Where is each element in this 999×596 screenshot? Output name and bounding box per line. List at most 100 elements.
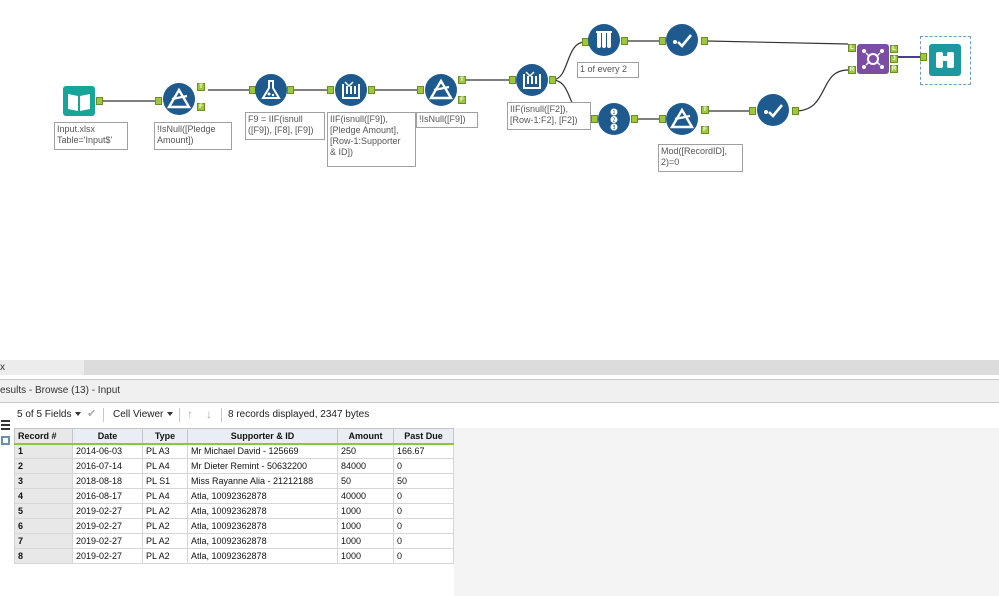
right-output-anchor[interactable]: R (890, 65, 898, 73)
input-anchor[interactable] (509, 76, 516, 84)
table-row[interactable]: 1 2014-06-03 PL A3 Mr Michael David - 12… (14, 443, 454, 459)
left-output-anchor[interactable]: L (890, 45, 898, 53)
column-header[interactable]: Type (142, 428, 188, 445)
cell-supporter[interactable]: Atla, 10092362878 (187, 503, 338, 519)
join-tool[interactable] (857, 44, 889, 74)
panel-splitter[interactable] (0, 360, 999, 375)
input-anchor[interactable] (155, 97, 162, 105)
cell-past-due[interactable]: 0 (393, 458, 454, 474)
column-header[interactable]: Amount (337, 428, 394, 445)
cell-type[interactable]: PL A2 (142, 518, 188, 534)
workflow-canvas[interactable]: Input.xlsx Table='Input$' T F !IsNull([P… (0, 0, 999, 360)
cell-date[interactable]: 2019-02-27 (72, 503, 143, 519)
cell-date[interactable]: 2016-07-14 (72, 458, 143, 474)
cell-amount[interactable]: 84000 (337, 458, 394, 474)
cell-date[interactable]: 2016-08-17 (72, 488, 143, 504)
close-glyph[interactable]: x (0, 360, 5, 375)
filter-tool-1[interactable] (163, 83, 195, 115)
cell-type[interactable]: PL A2 (142, 533, 188, 549)
false-anchor[interactable]: F (701, 126, 709, 134)
output-anchor[interactable] (96, 97, 103, 105)
cell-supporter[interactable]: Atla, 10092362878 (187, 518, 338, 534)
input-anchor[interactable] (417, 86, 424, 94)
cell-date[interactable]: 2018-08-18 (72, 473, 143, 489)
fields-dropdown[interactable]: 5 of 5 Fields (17, 409, 82, 420)
input-anchor[interactable] (920, 53, 927, 61)
cell-supporter[interactable]: Mr Dieter Remint - 50632200 (187, 458, 338, 474)
column-header[interactable]: Past Due (393, 428, 454, 445)
arrow-up-icon[interactable]: ↑ (187, 407, 193, 421)
input-data-tool[interactable] (62, 85, 96, 117)
input-anchor[interactable] (659, 115, 666, 123)
output-anchor[interactable] (368, 86, 375, 94)
filter-tool-2[interactable] (425, 74, 457, 106)
table-row[interactable]: 7 2019-02-27 PL A2 Atla, 10092362878 100… (14, 533, 454, 549)
true-anchor[interactable]: T (458, 76, 466, 84)
cell-amount[interactable]: 1000 (337, 533, 394, 549)
cell-supporter[interactable]: Mr Michael David - 125669 (187, 443, 338, 459)
cell-type[interactable]: PL A4 (142, 458, 188, 474)
column-header[interactable]: Supporter & ID (187, 428, 338, 445)
cell-date[interactable]: 2019-02-27 (72, 548, 143, 564)
cell-viewer-dropdown[interactable]: Cell Viewer (113, 409, 174, 420)
checkmark-icon[interactable]: ✔ (87, 407, 96, 420)
false-anchor[interactable]: F (458, 96, 466, 104)
output-anchor[interactable] (287, 86, 294, 94)
cell-past-due[interactable]: 0 (393, 503, 454, 519)
table-row[interactable]: 3 2018-08-18 PL S1 Miss Rayanne Alia - 2… (14, 473, 454, 489)
false-anchor[interactable]: F (197, 103, 205, 111)
input-anchor[interactable] (749, 107, 756, 115)
sample-tool[interactable] (588, 24, 620, 56)
input-anchor[interactable] (327, 86, 334, 94)
multi-row-formula-tool-1[interactable] (335, 74, 367, 106)
right-input-anchor[interactable]: R (848, 66, 856, 74)
cell-past-due[interactable]: 50 (393, 473, 454, 489)
cell-type[interactable]: PL S1 (142, 473, 188, 489)
cell-amount[interactable]: 1000 (337, 503, 394, 519)
cell-past-due[interactable]: 0 (393, 518, 454, 534)
cell-type[interactable]: PL A2 (142, 548, 188, 564)
cell-supporter[interactable]: Atla, 10092362878 (187, 533, 338, 549)
true-anchor[interactable]: T (197, 83, 205, 91)
cell-past-due[interactable]: 166.67 (393, 443, 454, 459)
list-icon[interactable] (0, 418, 12, 458)
cell-supporter[interactable]: Atla, 10092362878 (187, 548, 338, 564)
cell-date[interactable]: 2019-02-27 (72, 518, 143, 534)
table-row[interactable]: 4 2016-08-17 PL A4 Atla, 10092362878 400… (14, 488, 454, 504)
output-anchor[interactable] (631, 115, 638, 123)
cell-amount[interactable]: 1000 (337, 548, 394, 564)
column-header[interactable]: Date (72, 428, 143, 445)
filter-tool-3[interactable] (666, 103, 698, 135)
output-anchor[interactable] (701, 37, 708, 45)
select-tool-1[interactable] (666, 24, 698, 56)
cell-past-due[interactable]: 0 (393, 533, 454, 549)
cell-past-due[interactable]: 0 (393, 548, 454, 564)
output-anchor[interactable] (549, 76, 556, 84)
select-tool-2[interactable] (757, 94, 789, 126)
output-anchor[interactable] (792, 107, 799, 115)
record-id-tool[interactable]: 1 2 3 (598, 103, 630, 135)
table-row[interactable]: 6 2019-02-27 PL A2 Atla, 10092362878 100… (14, 518, 454, 534)
formula-tool[interactable] (255, 74, 287, 106)
cell-amount[interactable]: 40000 (337, 488, 394, 504)
input-anchor[interactable] (659, 37, 666, 45)
left-input-anchor[interactable]: L (848, 44, 856, 52)
multi-row-formula-tool-2[interactable] (516, 64, 548, 96)
browse-tool[interactable] (929, 44, 961, 76)
table-row[interactable]: 2 2016-07-14 PL A4 Mr Dieter Remint - 50… (14, 458, 454, 474)
cell-type[interactable]: PL A3 (142, 443, 188, 459)
join-output-anchor[interactable]: J (890, 55, 898, 63)
cell-type[interactable]: PL A4 (142, 488, 188, 504)
arrow-down-icon[interactable]: ↓ (206, 407, 212, 421)
cell-supporter[interactable]: Atla, 10092362878 (187, 488, 338, 504)
cell-past-due[interactable]: 0 (393, 488, 454, 504)
cell-date[interactable]: 2019-02-27 (72, 533, 143, 549)
cell-date[interactable]: 2014-06-03 (72, 443, 143, 459)
table-row[interactable]: 8 2019-02-27 PL A2 Atla, 10092362878 100… (14, 548, 454, 564)
cell-supporter[interactable]: Miss Rayanne Alia - 21212188 (187, 473, 338, 489)
cell-type[interactable]: PL A2 (142, 503, 188, 519)
table-row[interactable]: 5 2019-02-27 PL A2 Atla, 10092362878 100… (14, 503, 454, 519)
input-anchor[interactable] (591, 115, 598, 123)
output-anchor[interactable] (621, 37, 628, 45)
cell-amount[interactable]: 1000 (337, 518, 394, 534)
